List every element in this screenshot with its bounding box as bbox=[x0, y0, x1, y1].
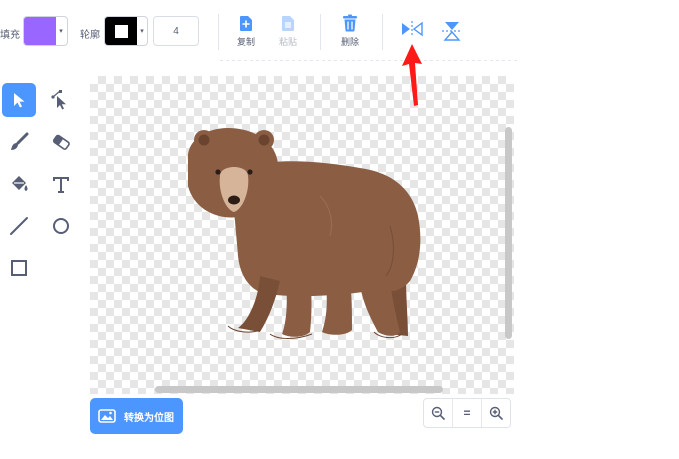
fill-label: 填充 bbox=[0, 30, 20, 41]
red-annotation-arrow bbox=[402, 44, 422, 106]
fill-tool[interactable] bbox=[2, 167, 36, 201]
fill-color-picker[interactable]: ▾ bbox=[23, 16, 68, 46]
toolbar-divider bbox=[382, 14, 383, 50]
toolbar-divider bbox=[218, 14, 219, 50]
paste-button[interactable]: 粘贴 bbox=[270, 14, 306, 52]
line-tool[interactable] bbox=[2, 209, 36, 243]
zoom-in-icon bbox=[489, 406, 503, 420]
paste-label: 粘贴 bbox=[278, 37, 297, 47]
circle-tool[interactable] bbox=[44, 209, 78, 243]
chevron-down-icon: ▾ bbox=[140, 28, 144, 35]
eraser-icon bbox=[52, 134, 70, 150]
rectangle-tool[interactable] bbox=[2, 251, 36, 285]
reshape-icon bbox=[51, 90, 66, 110]
flip-vertical-button[interactable] bbox=[434, 20, 470, 58]
select-tool[interactable] bbox=[2, 83, 36, 117]
delete-label: 删除 bbox=[340, 37, 359, 47]
text-tool[interactable] bbox=[44, 167, 78, 201]
select-arrow-icon bbox=[14, 93, 25, 108]
brush-icon bbox=[11, 132, 29, 150]
fill-color-swatch bbox=[24, 17, 56, 45]
outline-color-picker[interactable]: ▾ bbox=[104, 16, 148, 46]
circle-icon bbox=[53, 218, 69, 234]
chevron-down-icon: ▾ bbox=[59, 28, 63, 35]
flip-vertical-icon bbox=[442, 22, 462, 41]
copy-icon bbox=[240, 16, 252, 31]
trash-icon bbox=[343, 14, 357, 32]
paste-icon bbox=[282, 16, 294, 31]
reshape-tool[interactable] bbox=[44, 83, 78, 117]
equals-icon: = bbox=[463, 406, 471, 420]
copy-button[interactable]: 复制 bbox=[228, 14, 264, 52]
convert-to-bitmap-button[interactable]: 转换为位图 bbox=[90, 398, 183, 434]
drawing-canvas[interactable] bbox=[90, 76, 514, 394]
canvas-vertical-scrollbar[interactable] bbox=[505, 127, 512, 339]
outline-label: 轮廓 bbox=[80, 30, 100, 41]
zoom-controls: = bbox=[423, 398, 511, 428]
line-icon bbox=[10, 217, 28, 235]
canvas-horizontal-scrollbar[interactable] bbox=[155, 386, 443, 393]
outline-color-swatch bbox=[105, 17, 137, 45]
zoom-out-button[interactable] bbox=[424, 399, 453, 427]
paint-toolbar: 填充 ▾ 轮廓 ▾ 复制 粘贴 bbox=[0, 0, 679, 62]
rectangle-icon bbox=[11, 260, 27, 276]
paint-bucket-icon bbox=[12, 176, 28, 191]
zoom-out-icon bbox=[431, 406, 445, 420]
copy-label: 复制 bbox=[236, 37, 255, 47]
flip-horizontal-icon bbox=[402, 21, 423, 37]
bitmap-image-icon bbox=[98, 409, 116, 423]
outline-width-input[interactable] bbox=[153, 16, 199, 46]
bear-costume[interactable] bbox=[90, 76, 514, 394]
zoom-reset-button[interactable]: = bbox=[453, 399, 482, 427]
brush-tool[interactable] bbox=[2, 125, 36, 159]
toolbar-divider bbox=[320, 14, 321, 50]
toolbar-bottom-rule bbox=[220, 60, 520, 61]
zoom-in-button[interactable] bbox=[482, 399, 510, 427]
delete-button[interactable]: 删除 bbox=[332, 14, 368, 52]
text-icon bbox=[53, 177, 69, 193]
convert-to-bitmap-label: 转换为位图 bbox=[124, 412, 174, 424]
eraser-tool[interactable] bbox=[44, 125, 78, 159]
paint-editor: 填充 ▾ 轮廓 ▾ 复制 粘贴 bbox=[0, 0, 679, 459]
